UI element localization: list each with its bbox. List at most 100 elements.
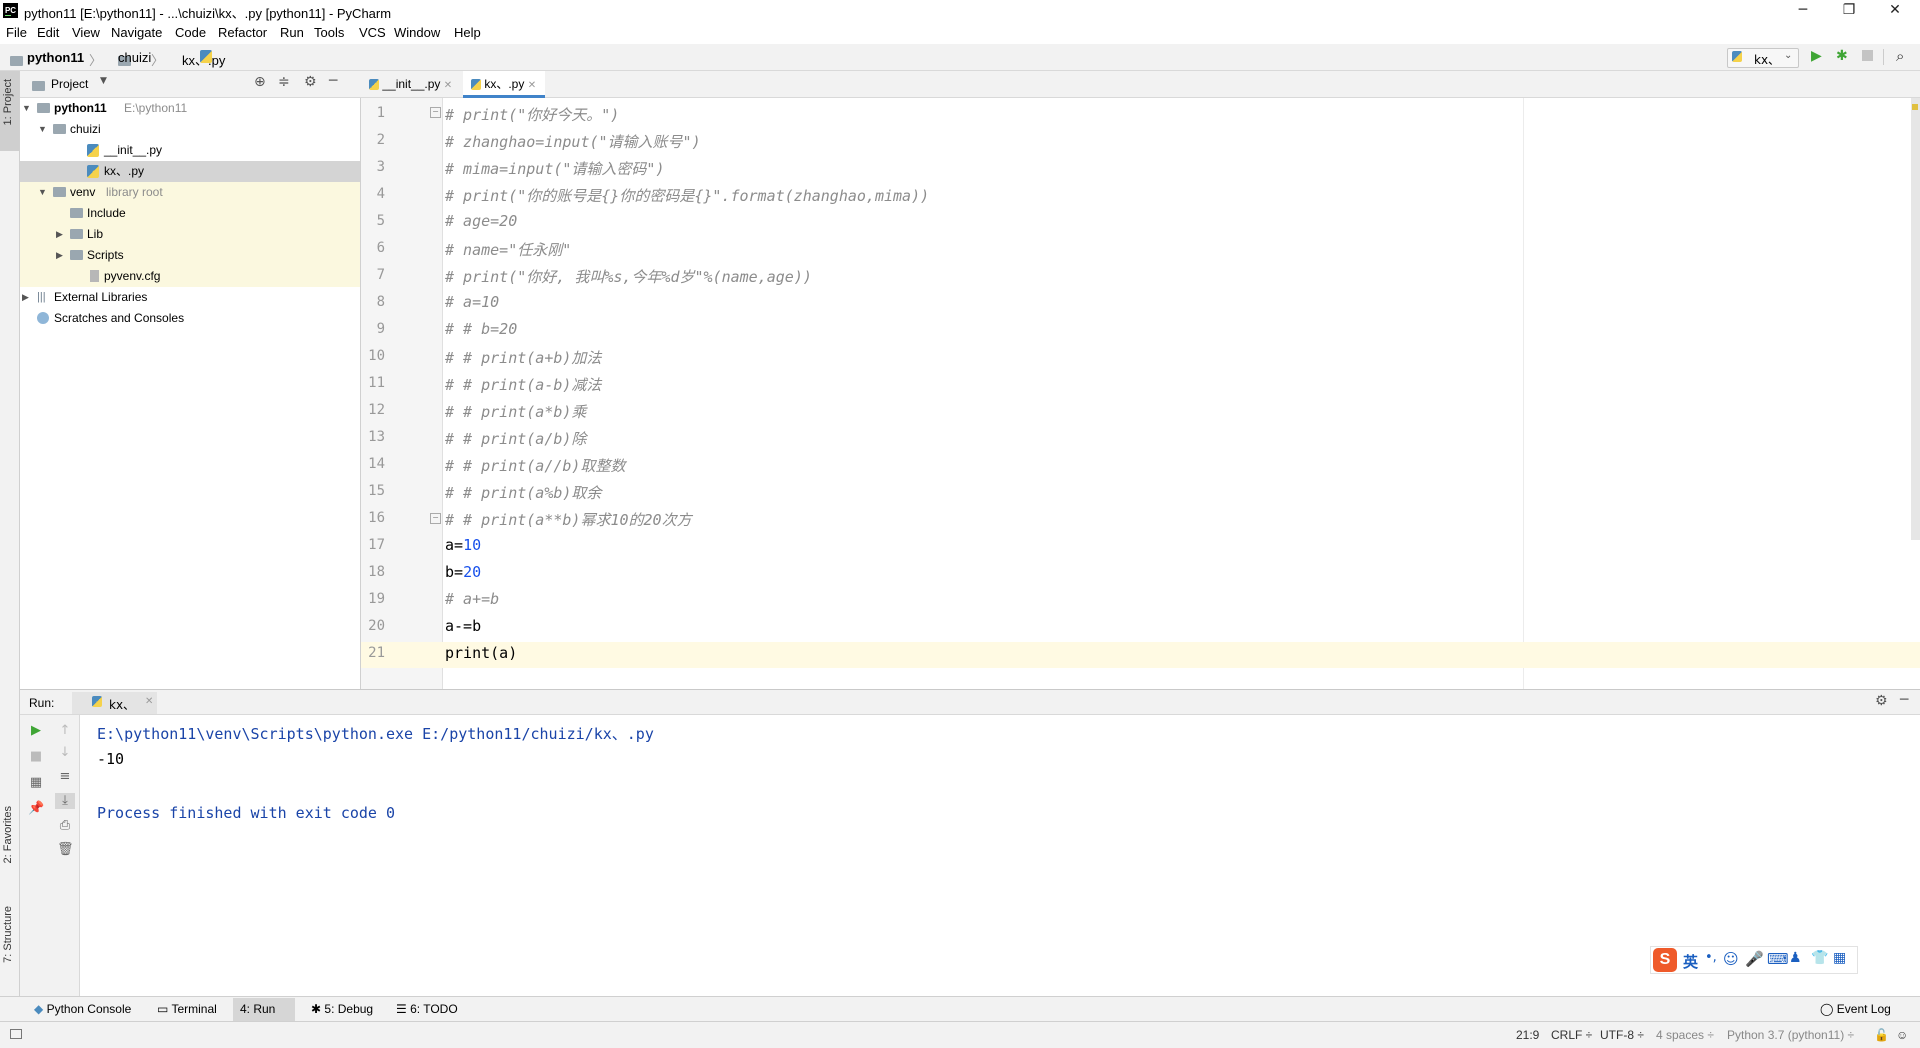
menu-navigate[interactable]: Navigate <box>111 25 162 40</box>
todo-tab[interactable]: ☰ 6: TODO <box>396 1002 458 1016</box>
punctuation-icon[interactable]: •, <box>1705 950 1717 965</box>
code-comment: # name="任永刚" <box>445 241 572 259</box>
python-file-icon <box>87 165 99 178</box>
microphone-icon[interactable]: 🎤 <box>1745 950 1764 968</box>
tab-kx-py[interactable]: kx、.py ✕ <box>463 71 545 98</box>
skin-icon[interactable]: 👕 <box>1811 950 1828 966</box>
inspector-icon[interactable]: ☺ <box>1896 1028 1908 1042</box>
tree-item-venv[interactable]: ▼ venv library root <box>20 182 360 203</box>
close-tab-icon[interactable]: ✕ <box>145 696 153 707</box>
structure-side-tab[interactable]: 7: Structure <box>2 906 14 963</box>
ime-language-toggle[interactable]: 英 <box>1683 951 1698 972</box>
debug-tab[interactable]: ✱ 5: Debug <box>311 1002 373 1016</box>
keyboard-icon[interactable]: ⌨ <box>1767 950 1789 968</box>
title-bar: PC python11 [E:\python11] - ...\chuizi\k… <box>0 0 1920 22</box>
terminal-tab[interactable]: ▭ Terminal <box>157 1002 217 1016</box>
print-icon[interactable]: ⎙ <box>57 818 73 834</box>
fold-icon[interactable]: − <box>430 107 441 118</box>
line-number: 11 <box>368 375 385 391</box>
search-icon[interactable]: ⌕ <box>1896 47 1904 65</box>
layout-icon[interactable]: ▦ <box>28 775 44 791</box>
tree-item-include[interactable]: Include <box>20 203 360 224</box>
up-arrow-icon[interactable]: ↑ <box>57 723 73 739</box>
code-line: # print("你好今天。") <box>445 104 619 125</box>
menu-edit[interactable]: Edit <box>37 25 59 40</box>
breadcrumb-project[interactable]: python11 <box>27 50 84 65</box>
breadcrumb-file[interactable]: kx、.py <box>182 50 225 69</box>
run-icon[interactable]: ▶ <box>1811 48 1822 64</box>
breadcrumb-folder[interactable]: chuizi <box>118 50 151 65</box>
gear-icon[interactable]: ⚙ <box>304 74 317 90</box>
chevron-down-icon[interactable]: ▼ <box>100 76 107 86</box>
project-panel-title[interactable]: Project <box>51 77 88 91</box>
collapse-all-icon[interactable]: ≑ <box>278 74 290 90</box>
stop-icon[interactable] <box>1862 50 1873 61</box>
file-encoding[interactable]: UTF-8 ÷ <box>1600 1028 1644 1042</box>
tree-item-scripts[interactable]: ▶ Scripts <box>20 245 360 266</box>
menu-refactor[interactable]: Refactor <box>218 25 267 40</box>
menu-run[interactable]: Run <box>280 25 304 40</box>
code-token: print(a) <box>445 644 518 662</box>
rerun-icon[interactable]: ▶ <box>28 723 44 739</box>
code-line: a-=b <box>445 617 481 635</box>
pin-icon[interactable]: 📌 <box>28 801 44 817</box>
run-tab[interactable]: kx、 ✕ <box>72 692 157 714</box>
fold-icon[interactable]: − <box>430 513 441 524</box>
debug-icon[interactable]: ✱ <box>1836 48 1848 64</box>
locate-icon[interactable]: ⊕ <box>254 74 266 90</box>
hide-panel-icon[interactable]: ─ <box>1900 692 1908 708</box>
scroll-to-end-icon[interactable]: ⤓ <box>55 793 75 809</box>
hide-panel-icon[interactable]: ─ <box>329 73 337 89</box>
project-icon <box>32 81 45 91</box>
run-config-select[interactable]: kx、 ⌄ <box>1727 48 1799 68</box>
trash-icon[interactable]: 🗑 <box>57 842 74 858</box>
line-separator[interactable]: CRLF ÷ <box>1551 1028 1592 1042</box>
tool-windows-icon[interactable] <box>10 1029 22 1039</box>
code-line: # mima=input("请输入密码") <box>445 158 665 179</box>
python-interpreter[interactable]: Python 3.7 (python11) ÷ <box>1727 1028 1854 1042</box>
run-tool-tab[interactable]: 4: Run <box>233 998 295 1021</box>
close-window-button[interactable]: ✕ <box>1872 0 1918 22</box>
toolbox-icon[interactable]: ▦ <box>1833 950 1846 966</box>
menu-vcs[interactable]: VCS <box>359 25 386 40</box>
user-icon[interactable]: ♟ <box>1789 950 1802 966</box>
editor-tab-bar: __init__.py ✕ kx、.py ✕ <box>361 71 1920 98</box>
event-log-tab[interactable]: ◯ Event Log <box>1820 1002 1891 1016</box>
python-console-tab[interactable]: ◆ Python Console <box>34 1002 131 1016</box>
soft-wrap-icon[interactable]: ≡ <box>57 769 73 785</box>
tab-init-py[interactable]: __init__.py ✕ <box>361 71 460 98</box>
menu-help[interactable]: Help <box>454 25 481 40</box>
menu-window[interactable]: Window <box>394 25 440 40</box>
menu-file[interactable]: File <box>6 25 27 40</box>
menu-code[interactable]: Code <box>175 25 206 40</box>
stop-icon[interactable]: ■ <box>28 749 44 765</box>
ime-toolbar[interactable]: S 英 •, ☺ 🎤 ⌨ ♟ 👕 ▦ <box>1650 946 1858 974</box>
tree-item-scratches[interactable]: Scratches and Consoles <box>20 308 360 329</box>
maximize-button[interactable]: ❐ <box>1826 0 1872 22</box>
scrollbar[interactable] <box>1911 98 1920 540</box>
run-output[interactable]: E:\python11\venv\Scripts\python.exe E:/p… <box>80 715 1920 996</box>
down-arrow-icon[interactable]: ↓ <box>57 745 73 761</box>
emoji-icon[interactable]: ☺ <box>1723 950 1739 968</box>
favorites-side-tab[interactable]: 2: Favorites <box>2 806 14 863</box>
caret-position[interactable]: 21:9 <box>1516 1028 1539 1042</box>
tree-item-chuizi[interactable]: ▼ chuizi <box>20 119 360 140</box>
warning-marker-icon[interactable] <box>1912 104 1918 110</box>
menu-tools[interactable]: Tools <box>314 25 344 40</box>
tree-item-pyvenv-cfg[interactable]: pyvenv.cfg <box>20 266 360 287</box>
minimize-button[interactable]: ─ <box>1780 0 1826 22</box>
tree-item-kx-py[interactable]: kx、.py <box>20 161 360 182</box>
line-number: 20 <box>368 618 385 634</box>
code-line: a=10 <box>445 536 481 554</box>
menu-view[interactable]: View <box>72 25 100 40</box>
indent-setting[interactable]: 4 spaces ÷ <box>1656 1028 1714 1042</box>
project-side-tab[interactable]: 1: Project <box>0 71 19 151</box>
tree-item-init-py[interactable]: __init__.py <box>20 140 360 161</box>
tree-item-external-libraries[interactable]: ▶ ||| External Libraries <box>20 287 360 308</box>
close-tab-icon[interactable]: ✕ <box>528 80 536 91</box>
gear-icon[interactable]: ⚙ <box>1875 693 1888 709</box>
tree-item-python11[interactable]: ▼ python11 E:\python11 <box>20 98 360 119</box>
close-tab-icon[interactable]: ✕ <box>444 80 452 91</box>
lock-icon[interactable]: 🔓 <box>1874 1028 1889 1042</box>
tree-item-lib[interactable]: ▶ Lib <box>20 224 360 245</box>
